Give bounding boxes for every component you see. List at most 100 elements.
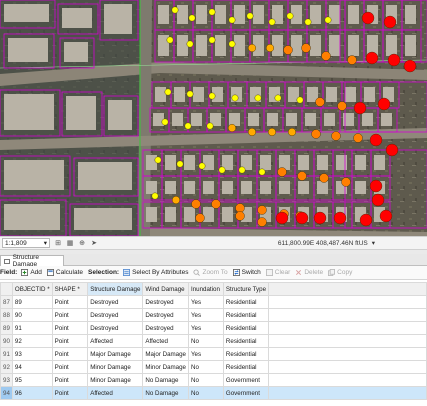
wind-damage-cell[interactable]: No Damage	[142, 386, 189, 400]
damage-point[interactable]	[359, 213, 373, 227]
calculate-button[interactable]: Calculate	[46, 269, 83, 276]
objectid-cell[interactable]: 92	[11, 334, 53, 348]
table-row[interactable]: 93 95 Point Minor Damage No Damage No Governme…	[0, 373, 427, 387]
structure-type-cell[interactable]: Residential	[222, 295, 270, 309]
damage-point[interactable]	[369, 179, 383, 193]
inundation-cell[interactable]: No	[188, 373, 224, 387]
damage-point[interactable]	[228, 40, 236, 48]
damage-point[interactable]	[231, 94, 239, 102]
damage-point[interactable]	[218, 166, 226, 174]
damage-point[interactable]	[154, 156, 162, 164]
damage-point[interactable]	[266, 44, 275, 53]
structure-type-cell[interactable]: Residential	[222, 308, 270, 322]
row-number[interactable]: 94	[0, 386, 13, 400]
wind-damage-cell[interactable]: No Damage	[142, 373, 189, 387]
damage-point[interactable]	[337, 101, 347, 111]
damage-point[interactable]	[186, 40, 194, 48]
damage-point[interactable]	[296, 96, 304, 104]
inundation-cell[interactable]: No	[188, 360, 224, 374]
damage-point[interactable]	[188, 14, 196, 22]
damage-point[interactable]	[268, 127, 277, 136]
switch-button[interactable]: Switch	[232, 269, 261, 276]
damage-point[interactable]	[191, 199, 201, 209]
inundation-cell[interactable]: No	[188, 334, 224, 348]
structure-type-cell[interactable]: Residential	[222, 334, 270, 348]
damage-point[interactable]	[304, 18, 312, 26]
shape-cell[interactable]: Point	[51, 321, 89, 335]
damage-point[interactable]	[228, 16, 236, 24]
structure-damage-cell[interactable]: Major Damage	[87, 347, 144, 361]
damage-point[interactable]	[385, 143, 399, 157]
damage-point[interactable]	[275, 211, 289, 225]
table-row[interactable]: 91 93 Point Major Damage Major Damage Yes Resi…	[0, 347, 427, 361]
row-number[interactable]: 92	[0, 360, 13, 374]
damage-point[interactable]	[211, 199, 221, 209]
damage-point[interactable]	[311, 129, 321, 139]
damage-point[interactable]	[377, 97, 391, 111]
structure-damage-cell[interactable]: Destroyed	[87, 295, 144, 309]
wind-damage-cell[interactable]: Minor Damage	[142, 360, 189, 374]
row-number[interactable]: 90	[0, 334, 13, 348]
damage-point[interactable]	[313, 211, 327, 225]
shape-cell[interactable]: Point	[51, 295, 89, 309]
damage-point[interactable]	[247, 44, 256, 53]
wind-damage-cell[interactable]: Destroyed	[142, 321, 189, 335]
damage-point[interactable]	[268, 18, 276, 26]
damage-point[interactable]	[208, 92, 216, 100]
damage-point[interactable]	[333, 211, 347, 225]
damage-point[interactable]	[247, 127, 256, 136]
shape-cell[interactable]: Point	[51, 347, 89, 361]
wind-damage-cell[interactable]: Major Damage	[142, 347, 189, 361]
delete-button[interactable]: Delete	[295, 269, 323, 276]
shape-cell[interactable]: Point	[51, 334, 89, 348]
grid-icon[interactable]: ⊞	[54, 239, 62, 247]
inundation-cell[interactable]: Yes	[188, 295, 224, 309]
objectid-cell[interactable]: 91	[11, 321, 53, 335]
column-header-objectid[interactable]: OBJECTID *	[11, 282, 53, 296]
copy-button[interactable]: Copy	[328, 269, 352, 276]
damage-point[interactable]	[288, 127, 297, 136]
map-view[interactable]	[0, 0, 427, 236]
damage-point[interactable]	[257, 205, 267, 215]
damage-point[interactable]	[387, 53, 401, 67]
damage-point[interactable]	[379, 209, 393, 223]
inundation-cell[interactable]: Yes	[188, 308, 224, 322]
damage-point[interactable]	[365, 51, 379, 65]
damage-point[interactable]	[283, 45, 293, 55]
damage-point[interactable]	[295, 211, 309, 225]
table-row[interactable]: 88 90 Point Destroyed Destroyed Yes Residentia…	[0, 308, 427, 322]
navigate-icon[interactable]: ➤	[90, 239, 98, 247]
damage-point[interactable]	[274, 94, 282, 102]
table-row[interactable]: 90 92 Point Affected Affected No Residential	[0, 334, 427, 348]
shape-cell[interactable]: Point	[51, 386, 89, 400]
damage-point[interactable]	[235, 211, 245, 221]
wind-damage-cell[interactable]: Affected	[142, 334, 189, 348]
damage-point[interactable]	[176, 160, 184, 168]
damage-point[interactable]	[353, 101, 367, 115]
shape-cell[interactable]: Point	[51, 308, 89, 322]
wind-damage-cell[interactable]: Destroyed	[142, 295, 189, 309]
structure-type-cell[interactable]: Residential	[222, 347, 270, 361]
damage-point[interactable]	[208, 36, 216, 44]
structure-type-cell[interactable]: Residential	[222, 360, 270, 374]
damage-point[interactable]	[246, 12, 254, 20]
structure-damage-cell[interactable]: Minor Damage	[87, 360, 144, 374]
shape-cell[interactable]: Point	[51, 360, 89, 374]
damage-point[interactable]	[403, 59, 417, 73]
inundation-cell[interactable]: No	[188, 386, 224, 400]
damage-point[interactable]	[171, 195, 180, 204]
column-header-shape[interactable]: SHAPE *	[51, 282, 89, 296]
damage-point[interactable]	[254, 94, 262, 102]
damage-point[interactable]	[324, 16, 332, 24]
damage-point[interactable]	[315, 97, 325, 107]
damage-point[interactable]	[184, 122, 192, 130]
row-number[interactable]: 89	[0, 321, 13, 335]
structure-type-cell[interactable]: Government	[222, 386, 270, 400]
damage-point[interactable]	[151, 192, 159, 200]
damage-point[interactable]	[341, 177, 351, 187]
column-header-structure-type[interactable]: Structure Type	[222, 282, 270, 296]
damage-point[interactable]	[195, 213, 205, 223]
damage-point[interactable]	[301, 43, 311, 53]
structure-damage-cell[interactable]: Minor Damage	[87, 373, 144, 387]
select-by-attributes-button[interactable]: Select By Attributes	[123, 269, 188, 276]
